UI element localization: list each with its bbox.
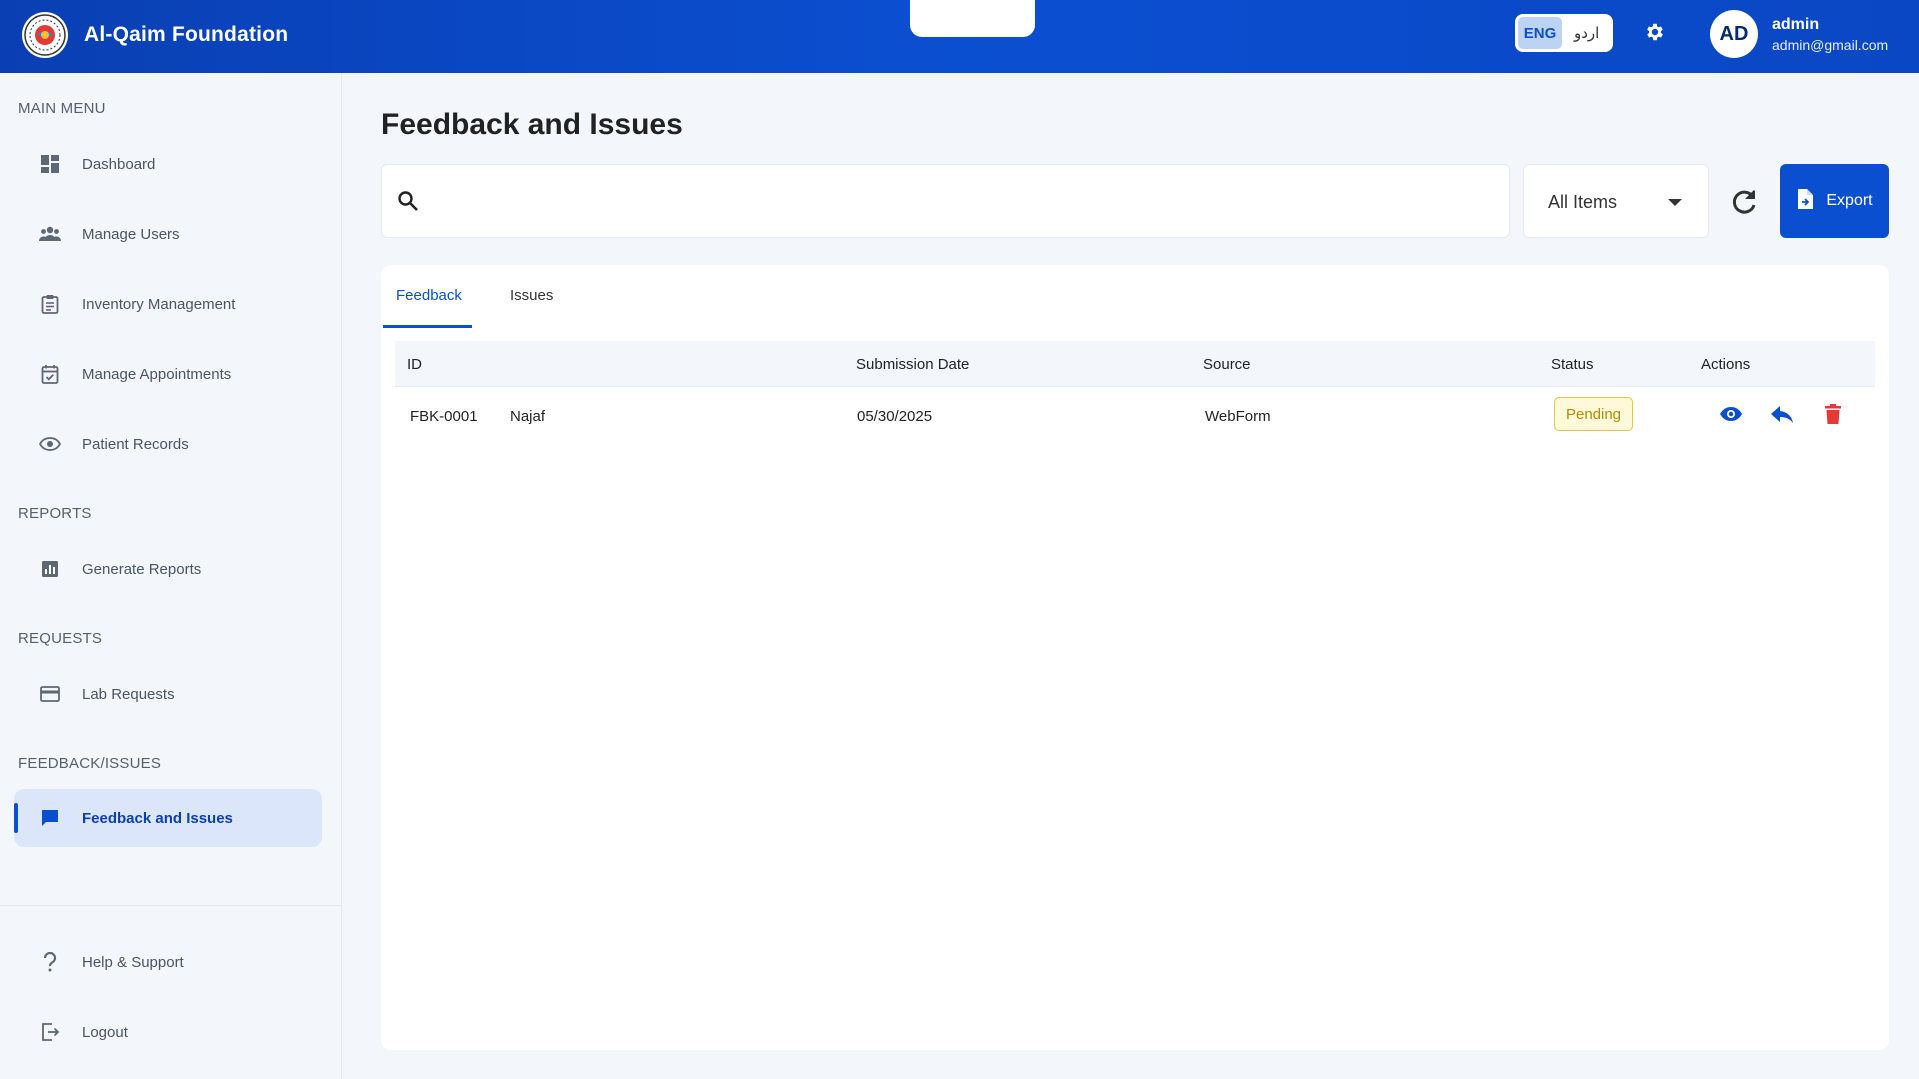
sidebar-item-label: Dashboard bbox=[82, 155, 156, 173]
eye-icon bbox=[39, 433, 61, 455]
tab-feedback[interactable]: Feedback bbox=[396, 287, 462, 304]
sidebar-item-patient-records[interactable]: Patient Records bbox=[14, 415, 322, 473]
sidebar-item-feedback-and-issues[interactable]: Feedback and Issues bbox=[14, 789, 322, 847]
column-header-status: Status bbox=[1551, 356, 1594, 373]
sidebar-item-label: Feedback and Issues bbox=[82, 809, 233, 827]
lang-eng-option[interactable]: ENG bbox=[1518, 17, 1562, 49]
caret-down-icon bbox=[1668, 199, 1682, 206]
brand[interactable]: Al-Qaim Foundation bbox=[22, 12, 288, 58]
question-icon bbox=[39, 951, 61, 973]
users-icon bbox=[39, 223, 61, 245]
user-name: admin bbox=[1772, 16, 1820, 33]
sidebar-item-label: Inventory Management bbox=[82, 295, 236, 313]
sidebar-item-manage-users[interactable]: Manage Users bbox=[14, 205, 322, 263]
sidebar-item-label: Lab Requests bbox=[82, 685, 175, 703]
section-requests: REQUESTS bbox=[18, 630, 103, 647]
sidebar-divider bbox=[0, 905, 341, 906]
brand-name: Al-Qaim Foundation bbox=[84, 23, 289, 46]
column-header-source: Source bbox=[1203, 356, 1251, 373]
sidebar: MAIN MENU Dashboard Manage Users Invento… bbox=[0, 73, 342, 1079]
cell-id: FBK-0001 bbox=[410, 408, 478, 425]
sidebar-item-manage-appointments[interactable]: Manage Appointments bbox=[14, 345, 322, 403]
section-main-menu: MAIN MENU bbox=[18, 100, 106, 117]
lang-urdu-option[interactable]: اردو bbox=[1568, 24, 1599, 42]
page-title: Feedback and Issues bbox=[381, 108, 683, 141]
sidebar-item-inventory-management[interactable]: Inventory Management bbox=[14, 275, 322, 333]
sidebar-item-generate-reports[interactable]: Generate Reports bbox=[14, 540, 322, 598]
calendar-check-icon bbox=[39, 363, 61, 385]
column-header-submission-date: Submission Date bbox=[856, 356, 970, 373]
sidebar-item-dashboard[interactable]: Dashboard bbox=[14, 135, 322, 193]
cell-source: WebForm bbox=[1205, 408, 1271, 425]
trash-icon[interactable] bbox=[1820, 401, 1846, 427]
tab-issues[interactable]: Issues bbox=[510, 287, 553, 304]
export-label: Export bbox=[1826, 192, 1873, 209]
bar-chart-icon bbox=[39, 558, 61, 580]
dashboard-icon bbox=[39, 153, 61, 175]
filter-dropdown[interactable]: All Items bbox=[1523, 164, 1709, 238]
export-button[interactable]: Export bbox=[1780, 164, 1889, 238]
refresh-icon[interactable] bbox=[1728, 186, 1760, 218]
chat-icon bbox=[39, 807, 61, 829]
sidebar-item-label: Manage Appointments bbox=[82, 365, 232, 383]
logout-icon bbox=[39, 1021, 61, 1043]
table-header: ID Submission Date Source Status Actions bbox=[395, 341, 1875, 387]
top-bar: Al-Qaim Foundation ENG اردو AD admin adm… bbox=[0, 0, 1919, 73]
active-tab-underline bbox=[383, 325, 472, 328]
search-box[interactable] bbox=[381, 164, 1510, 238]
column-header-actions: Actions bbox=[1701, 356, 1751, 373]
table-row[interactable]: FBK-0001 Najaf 05/30/2025 WebForm Pendin… bbox=[395, 387, 1875, 447]
content-card: Feedback Issues ID Submission Date Sourc… bbox=[381, 265, 1889, 1050]
sidebar-item-lab-requests[interactable]: Lab Requests bbox=[14, 665, 322, 723]
cell-submission-date: 05/30/2025 bbox=[857, 408, 933, 425]
sidebar-item-logout[interactable]: Logout bbox=[14, 1003, 322, 1061]
file-export-icon bbox=[1796, 188, 1814, 215]
view-icon[interactable] bbox=[1718, 401, 1744, 427]
column-header-id: ID bbox=[407, 356, 422, 373]
search-input[interactable] bbox=[434, 165, 1494, 237]
status-badge: Pending bbox=[1554, 397, 1633, 431]
language-switch[interactable]: ENG اردو bbox=[1515, 14, 1613, 52]
sidebar-item-label: Patient Records bbox=[82, 435, 189, 453]
foundation-logo-icon bbox=[22, 12, 68, 58]
section-reports: REPORTS bbox=[18, 505, 92, 522]
gear-icon[interactable] bbox=[1644, 21, 1666, 43]
search-icon bbox=[396, 189, 420, 218]
reply-icon[interactable] bbox=[1769, 401, 1795, 427]
active-indicator bbox=[14, 803, 18, 833]
filter-selected-value: All Items bbox=[1548, 192, 1618, 212]
sidebar-item-label: Generate Reports bbox=[82, 560, 202, 578]
section-feedback-issues: FEEDBACK/ISSUES bbox=[18, 755, 162, 772]
user-email: admin@gmail.com bbox=[1772, 37, 1889, 53]
card-icon bbox=[39, 683, 61, 705]
sidebar-item-label: Help & Support bbox=[82, 953, 184, 971]
avatar[interactable]: AD bbox=[1710, 10, 1758, 58]
sidebar-item-help-support[interactable]: Help & Support bbox=[14, 933, 322, 991]
cell-name: Najaf bbox=[510, 408, 546, 425]
header-center-tab[interactable] bbox=[910, 0, 1035, 37]
sidebar-item-label: Logout bbox=[82, 1023, 128, 1041]
clipboard-icon bbox=[39, 293, 61, 315]
sidebar-item-label: Manage Users bbox=[82, 225, 180, 243]
